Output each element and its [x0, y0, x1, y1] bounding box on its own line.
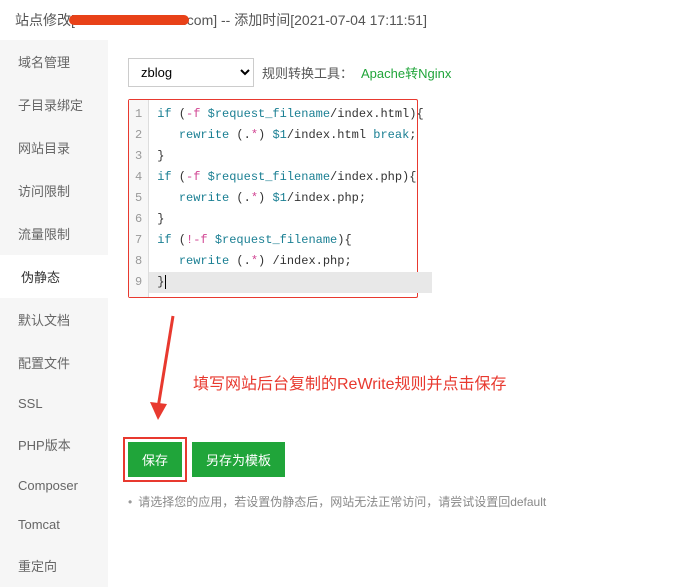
sidebar-item-subdir[interactable]: 子目录绑定 [0, 83, 108, 126]
sidebar-item-domain[interactable]: 域名管理 [0, 40, 108, 83]
sidebar-item-tomcat[interactable]: Tomcat [0, 505, 108, 544]
button-row: 保存 另存为模板 [128, 442, 668, 477]
template-select[interactable]: zblog [128, 58, 254, 87]
dialog-header: 站点修改[.com] -- 添加时间[2021-07-04 17:11:51] [0, 0, 688, 40]
sidebar-item-redirect[interactable]: 重定向 [0, 544, 108, 587]
annotation-text: 填写网站后台复制的ReWrite规则并点击保存 [193, 370, 507, 394]
sidebar-item-traffic[interactable]: 流量限制 [0, 212, 108, 255]
redaction-bar [69, 15, 189, 25]
arrow-icon [138, 308, 188, 433]
code-editor[interactable]: 123456789 if (-f $request_filename/index… [129, 100, 417, 297]
convert-link[interactable]: Apache转Nginx [361, 63, 451, 82]
convert-label: 规则转换工具： [262, 63, 353, 82]
sidebar-item-access[interactable]: 访问限制 [0, 169, 108, 212]
sidebar: 域名管理 子目录绑定 网站目录 访问限制 流量限制 伪静态 默认文档 配置文件 … [0, 40, 108, 567]
save-button[interactable]: 保存 [128, 442, 182, 477]
text-cursor [165, 275, 166, 289]
hint-text: 请选择您的应用，若设置伪静态后，网站无法正常访问，请尝试设置回default [128, 493, 668, 510]
sidebar-item-rewrite[interactable]: 伪静态 [0, 255, 108, 298]
save-template-button[interactable]: 另存为模板 [192, 442, 285, 477]
code-content[interactable]: if (-f $request_filename/index.html){ re… [149, 100, 431, 297]
header-time: -- 添加时间[2021-07-04 17:11:51] [217, 12, 427, 28]
main-panel: zblog 规则转换工具： Apache转Nginx 123456789 if … [108, 40, 688, 567]
sidebar-item-composer[interactable]: Composer [0, 466, 108, 505]
code-editor-highlight-box: 123456789 if (-f $request_filename/index… [128, 99, 418, 298]
sidebar-item-sitedir[interactable]: 网站目录 [0, 126, 108, 169]
annotation-area: 填写网站后台复制的ReWrite规则并点击保存 [128, 308, 668, 438]
line-gutter: 123456789 [129, 100, 149, 297]
sidebar-item-default-doc[interactable]: 默认文档 [0, 298, 108, 341]
sidebar-item-ssl[interactable]: SSL [0, 384, 108, 423]
toolbar: zblog 规则转换工具： Apache转Nginx [128, 58, 668, 87]
sidebar-item-config[interactable]: 配置文件 [0, 341, 108, 384]
sidebar-item-php[interactable]: PHP版本 [0, 423, 108, 466]
header-prefix: 站点修改[ [15, 12, 75, 28]
